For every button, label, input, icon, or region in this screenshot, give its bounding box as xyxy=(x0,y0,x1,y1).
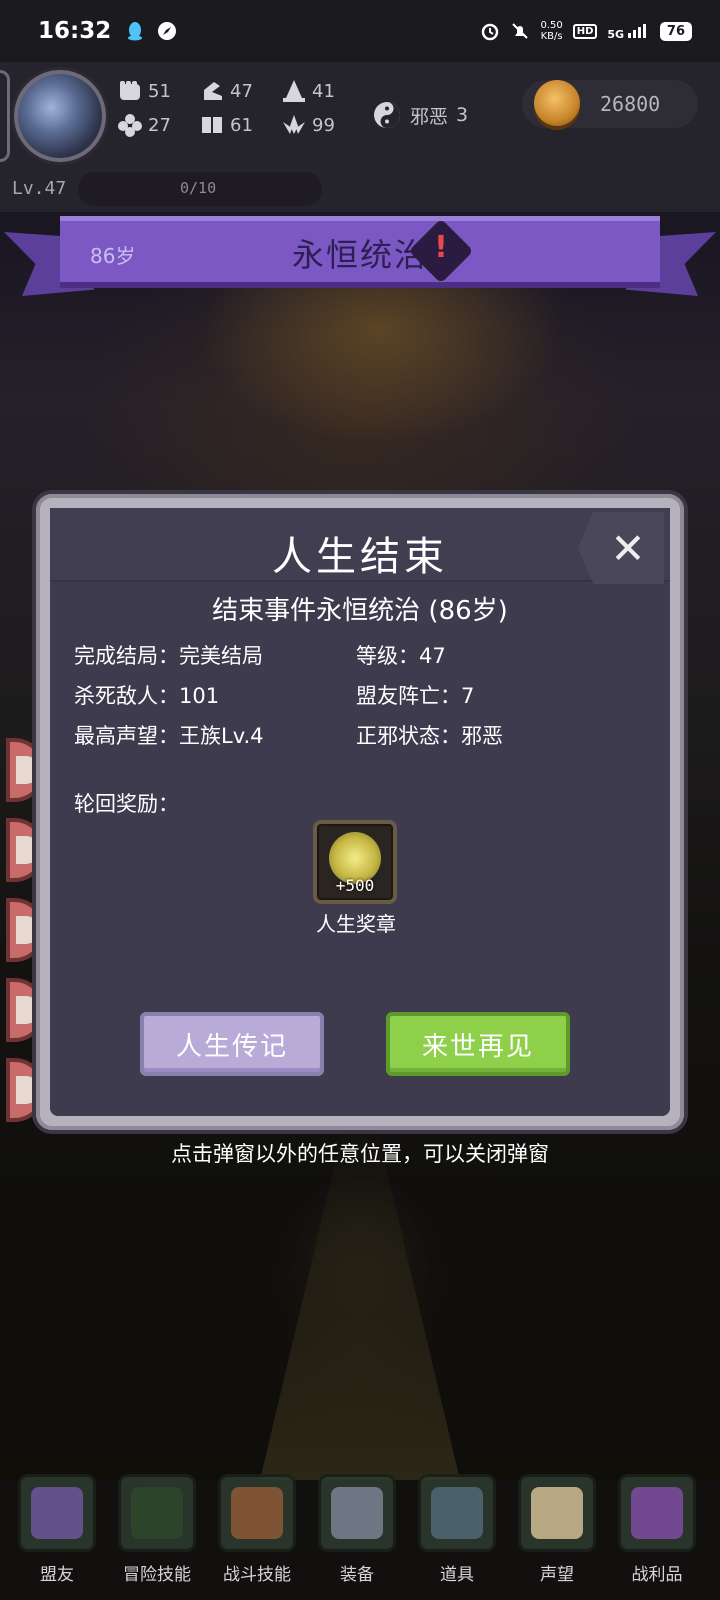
nav-label: 道具 xyxy=(440,1565,474,1585)
reward-name: 人生奖章 xyxy=(316,912,396,936)
nav-label: 声望 xyxy=(540,1565,574,1585)
fist-icon xyxy=(120,81,140,100)
player-level: Lv.47 xyxy=(12,178,67,199)
alignment-status: 邪恶 3 xyxy=(372,100,468,130)
close-hint: 点击弹窗以外的任意位置，可以关闭弹窗 xyxy=(171,1142,549,1166)
stat-magic: 41 xyxy=(280,78,362,104)
ribbon-title: 永恒统治 xyxy=(291,236,428,274)
lotus-icon xyxy=(283,115,305,134)
signal-label: 5G xyxy=(607,27,625,41)
stat-agility: 47 xyxy=(198,78,280,104)
nav-label: 冒险技能 xyxy=(123,1565,191,1585)
hd-badge: HD xyxy=(572,23,598,39)
net-speed-value: 0.50 xyxy=(540,20,563,31)
warning-mark: ! xyxy=(434,230,448,265)
handshake-icon xyxy=(18,1474,96,1552)
xp-text: 0/10 xyxy=(180,179,217,197)
close-button[interactable]: ✕ xyxy=(578,512,664,584)
avatar-frame-side xyxy=(0,70,10,162)
nav-label: 战斗技能 xyxy=(223,1565,291,1585)
scroll-glyph xyxy=(531,1487,583,1539)
pouch-icon xyxy=(418,1474,496,1552)
nav-items[interactable]: 道具 xyxy=(414,1474,500,1590)
stat-luck: 27 xyxy=(116,112,198,138)
life-end-dialog: 人生结束 ✕ 结束事件永恒统治 (86岁) 完成结局：完美结局 等级：47 杀死… xyxy=(36,494,684,1130)
spellbook-glyph xyxy=(131,1487,183,1539)
swords-glyph xyxy=(331,1487,383,1539)
compass-icon xyxy=(158,22,177,40)
attribute-stats: 51 47 41 27 61 99 xyxy=(116,78,362,138)
signal-bars-icon xyxy=(627,23,646,38)
boot-icon xyxy=(204,82,222,100)
summary-allies-lost: 盟友阵亡：7 xyxy=(356,684,475,708)
close-icon: ✕ xyxy=(610,523,646,573)
nav-equipment[interactable]: 装备 xyxy=(314,1474,400,1590)
book-icon xyxy=(202,117,222,133)
nav-label: 战利品 xyxy=(631,1565,683,1585)
bottom-nav: 盟友 冒险技能 战斗技能 装备 道具 声望 战利品 xyxy=(0,1466,720,1600)
handshake-glyph xyxy=(31,1487,83,1539)
status-time: 16:32 xyxy=(38,18,112,44)
battery-indicator: 76 xyxy=(659,21,692,41)
stat-value: 99 xyxy=(312,114,335,136)
stat-value: 47 xyxy=(230,80,253,102)
summary-level: 等级：47 xyxy=(356,644,446,668)
status-bar: 16:32 0.50 KB/s HD 5G 76 xyxy=(0,0,720,62)
scroll-icon xyxy=(518,1474,596,1552)
wizard-hat-icon xyxy=(283,80,305,102)
reward-item[interactable]: +500 xyxy=(313,820,397,904)
bell-muted-icon xyxy=(512,23,529,39)
end-event-subtitle: 结束事件永恒统治 (86岁) xyxy=(212,596,508,626)
nav-reputation[interactable]: 声望 xyxy=(514,1474,600,1590)
stat-value: 27 xyxy=(148,114,171,136)
clover-icon xyxy=(118,114,142,137)
summary-alignment: 正邪状态：邪恶 xyxy=(356,724,503,748)
next-life-button[interactable]: 来世再见 xyxy=(386,1012,570,1076)
treasure-chest-icon xyxy=(618,1474,696,1552)
summary-ending: 完成结局：完美结局 xyxy=(74,644,263,668)
alignment-value: 3 xyxy=(456,104,469,126)
yin-yang-icon xyxy=(374,102,400,128)
nav-adventure-skills[interactable]: 冒险技能 xyxy=(114,1474,200,1590)
stat-strength: 51 xyxy=(116,78,198,104)
nav-label: 装备 xyxy=(340,1565,374,1585)
reward-label: 轮回奖励： xyxy=(74,792,179,816)
stat-value: 41 xyxy=(312,80,335,102)
life-summary: 完成结局：完美结局 等级：47 杀死敌人：101 盟友阵亡：7 最高声望：王族L… xyxy=(74,640,634,750)
network-speed: 0.50 KB/s xyxy=(540,20,562,42)
player-hud: 51 47 41 27 61 99 邪恶 3 26800 Lv.47 0/10 xyxy=(0,62,720,212)
stat-intellect: 61 xyxy=(198,112,280,138)
qq-icon xyxy=(128,22,143,41)
gold-coin-icon xyxy=(534,80,580,126)
alignment-label: 邪恶 xyxy=(410,105,449,128)
chest-glyph xyxy=(631,1487,683,1539)
nav-label: 盟友 xyxy=(40,1565,74,1585)
stat-spirit: 99 xyxy=(280,112,362,138)
reward-amount: +500 xyxy=(335,876,375,895)
summary-kills: 杀死敌人：101 xyxy=(74,684,220,708)
biography-button[interactable]: 人生传记 xyxy=(140,1012,324,1076)
signal-indicator: 5G xyxy=(607,22,650,41)
pouch-glyph xyxy=(431,1487,483,1539)
summary-reputation: 最高声望：王族Lv.4 xyxy=(74,724,264,748)
alarm-icon xyxy=(482,23,499,41)
stat-value: 51 xyxy=(148,80,171,102)
nav-allies[interactable]: 盟友 xyxy=(14,1474,100,1590)
nav-battle-skills[interactable]: 战斗技能 xyxy=(214,1474,300,1590)
nav-loot[interactable]: 战利品 xyxy=(614,1474,700,1590)
net-speed-unit: KB/s xyxy=(540,31,563,42)
backpack-icon xyxy=(218,1474,296,1552)
spellbook-icon xyxy=(118,1474,196,1552)
gold-amount: 26800 xyxy=(600,92,661,116)
backpack-glyph xyxy=(231,1487,283,1539)
player-avatar[interactable] xyxy=(14,70,106,162)
event-ribbon: 86岁 永恒统治 ! xyxy=(0,214,720,304)
crossed-swords-icon xyxy=(318,1474,396,1552)
stat-value: 61 xyxy=(230,114,253,136)
